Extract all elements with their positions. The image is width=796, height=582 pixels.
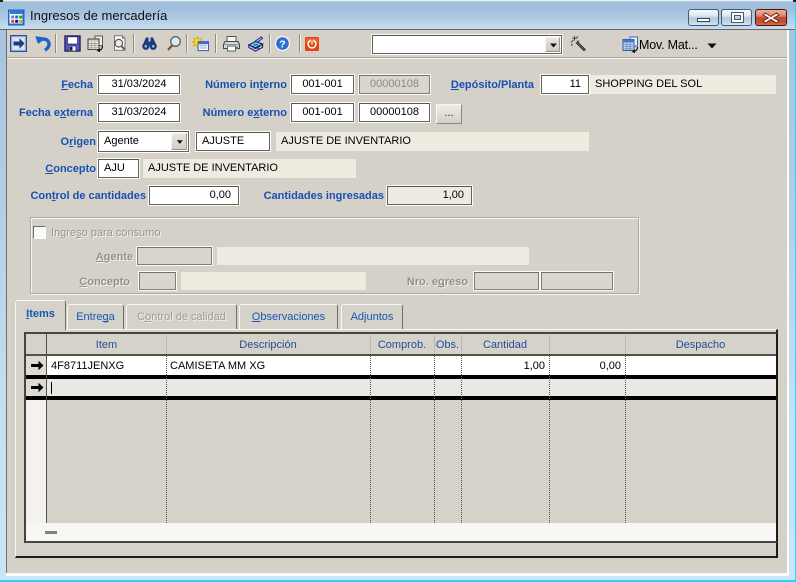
svg-text:?: ?: [279, 39, 285, 51]
